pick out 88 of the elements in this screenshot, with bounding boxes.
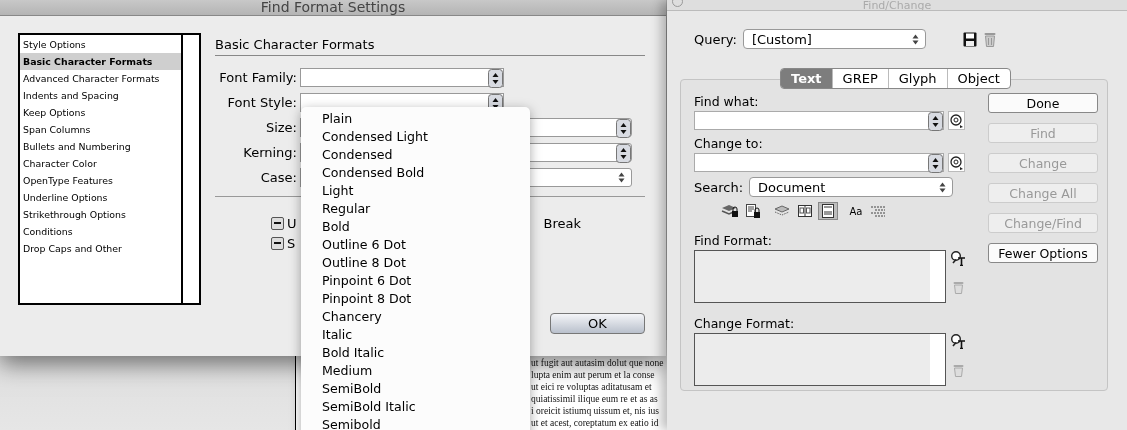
checkbox-label: Break xyxy=(543,215,581,231)
category-item[interactable]: Strikethrough Options xyxy=(20,206,181,223)
stepper-icon xyxy=(616,119,631,138)
checkbox-label: U xyxy=(287,215,297,231)
menu-item[interactable]: Chancery xyxy=(301,308,530,326)
field-label: Change Format: xyxy=(694,315,796,333)
category-item[interactable]: Character Color xyxy=(20,155,181,172)
search-label: Search: xyxy=(694,179,744,195)
field-label: Font Family: xyxy=(218,70,298,85)
ok-button[interactable]: OK xyxy=(550,313,645,334)
search-dropdown[interactable]: Document xyxy=(749,177,954,197)
trash-icon xyxy=(952,364,964,377)
document-lines-icon[interactable] xyxy=(818,202,838,220)
menu-item[interactable]: Regular xyxy=(301,200,530,218)
updown-arrows-icon xyxy=(911,33,919,45)
query-label: Query: xyxy=(694,31,737,47)
trash-icon xyxy=(983,31,996,47)
tab[interactable]: Glyph xyxy=(887,69,947,88)
menu-item[interactable]: Light xyxy=(301,182,530,200)
menu-item[interactable]: Outline 6 Dot xyxy=(301,236,530,254)
category-item[interactable]: OpenType Features xyxy=(20,172,181,189)
text-line: ut fugit aut autasim dolut que none xyxy=(531,357,664,369)
combo-field[interactable] xyxy=(300,68,504,87)
menu-item[interactable]: Pinpoint 8 Dot xyxy=(301,290,530,308)
menu-item[interactable]: Outline 8 Dot xyxy=(301,254,530,272)
updown-arrows-icon xyxy=(939,181,947,193)
push-button[interactable]: Fewer Options xyxy=(988,243,1098,263)
tab[interactable]: GREP xyxy=(831,69,888,88)
menu-item[interactable]: Medium xyxy=(301,362,530,380)
tab[interactable]: Text xyxy=(781,69,832,88)
menu-item[interactable]: Condensed xyxy=(301,146,530,164)
updown-arrows-icon xyxy=(618,172,625,183)
menu-item[interactable]: SemiBold xyxy=(301,380,530,398)
category-item[interactable]: Drop Caps and Other xyxy=(20,240,181,257)
case-toggle[interactable]: Aa xyxy=(847,202,865,220)
window-title: Find Format Settings xyxy=(0,0,666,16)
category-item[interactable]: Bullets and Numbering xyxy=(20,138,181,155)
menu-item[interactable]: Italic xyxy=(301,326,530,344)
category-item[interactable]: Style Options xyxy=(20,36,181,53)
locked-layers-icon[interactable] xyxy=(720,202,740,220)
category-item[interactable]: Basic Character Formats xyxy=(20,53,181,70)
field-label: Find Format: xyxy=(694,232,773,250)
stepper-icon xyxy=(488,69,503,88)
stepper-icon xyxy=(928,112,943,131)
locked-document-icon[interactable] xyxy=(743,202,763,220)
field-label: Case: xyxy=(259,170,298,185)
text-line: lupta enim aut perum et la conse xyxy=(531,369,655,381)
stepper-icon xyxy=(616,144,631,163)
field-label: Font Style: xyxy=(226,95,298,110)
menu-item[interactable]: Bold xyxy=(301,218,530,236)
field-label: Size: xyxy=(264,120,298,135)
menu-item[interactable]: SemiBold Italic xyxy=(301,398,530,416)
category-item[interactable]: Keep Options xyxy=(20,104,181,121)
format-list[interactable] xyxy=(694,250,946,303)
category-item[interactable]: Underline Options xyxy=(20,189,181,206)
query-dropdown[interactable]: [Custom] xyxy=(742,29,926,49)
menu-item[interactable]: Condensed Light xyxy=(301,128,530,146)
menu-item[interactable]: Condensed Bold xyxy=(301,164,530,182)
push-button[interactable]: Done xyxy=(988,93,1098,113)
text-line: quiatissimil ilique eum re et as as xyxy=(531,393,658,405)
magnifier-text-icon xyxy=(950,333,966,349)
menu-item[interactable]: Bold Italic xyxy=(301,344,530,362)
text-line: ut eici re voluptas aditatusam et xyxy=(531,381,652,393)
field-label: Change to: xyxy=(694,135,764,153)
category-item[interactable]: Conditions xyxy=(20,223,181,240)
section-title: Basic Character Formats xyxy=(215,33,645,56)
text-field[interactable] xyxy=(694,111,944,130)
category-item[interactable]: Indents and Spacing xyxy=(20,87,181,104)
menu-item[interactable]: Semibold xyxy=(301,416,530,430)
trash-icon xyxy=(952,281,964,294)
text-line: ut et acest, coreptatum ex eatio id xyxy=(531,417,659,429)
checkbox[interactable] xyxy=(271,216,284,230)
magnifier-text-icon xyxy=(950,250,966,266)
text-line: i oreicit istiumq uissum et, nis ius xyxy=(531,405,659,417)
field-label: Kerning: xyxy=(242,145,298,160)
tab[interactable]: Object xyxy=(946,69,1010,88)
save-icon xyxy=(962,31,977,47)
category-item[interactable]: Span Columns xyxy=(20,121,181,138)
category-item[interactable]: Advanced Character Formats xyxy=(20,70,181,87)
stepper-icon xyxy=(928,154,943,173)
text-field[interactable] xyxy=(694,153,944,172)
checkbox-label: S xyxy=(287,235,296,251)
menu-item[interactable]: Plain xyxy=(301,110,530,128)
open-book-icon[interactable] xyxy=(795,202,815,220)
checkbox[interactable] xyxy=(271,236,284,250)
format-list[interactable] xyxy=(694,333,946,386)
field-label: Find what: xyxy=(694,93,760,111)
menu-item[interactable]: Pinpoint 6 Dot xyxy=(301,272,530,290)
